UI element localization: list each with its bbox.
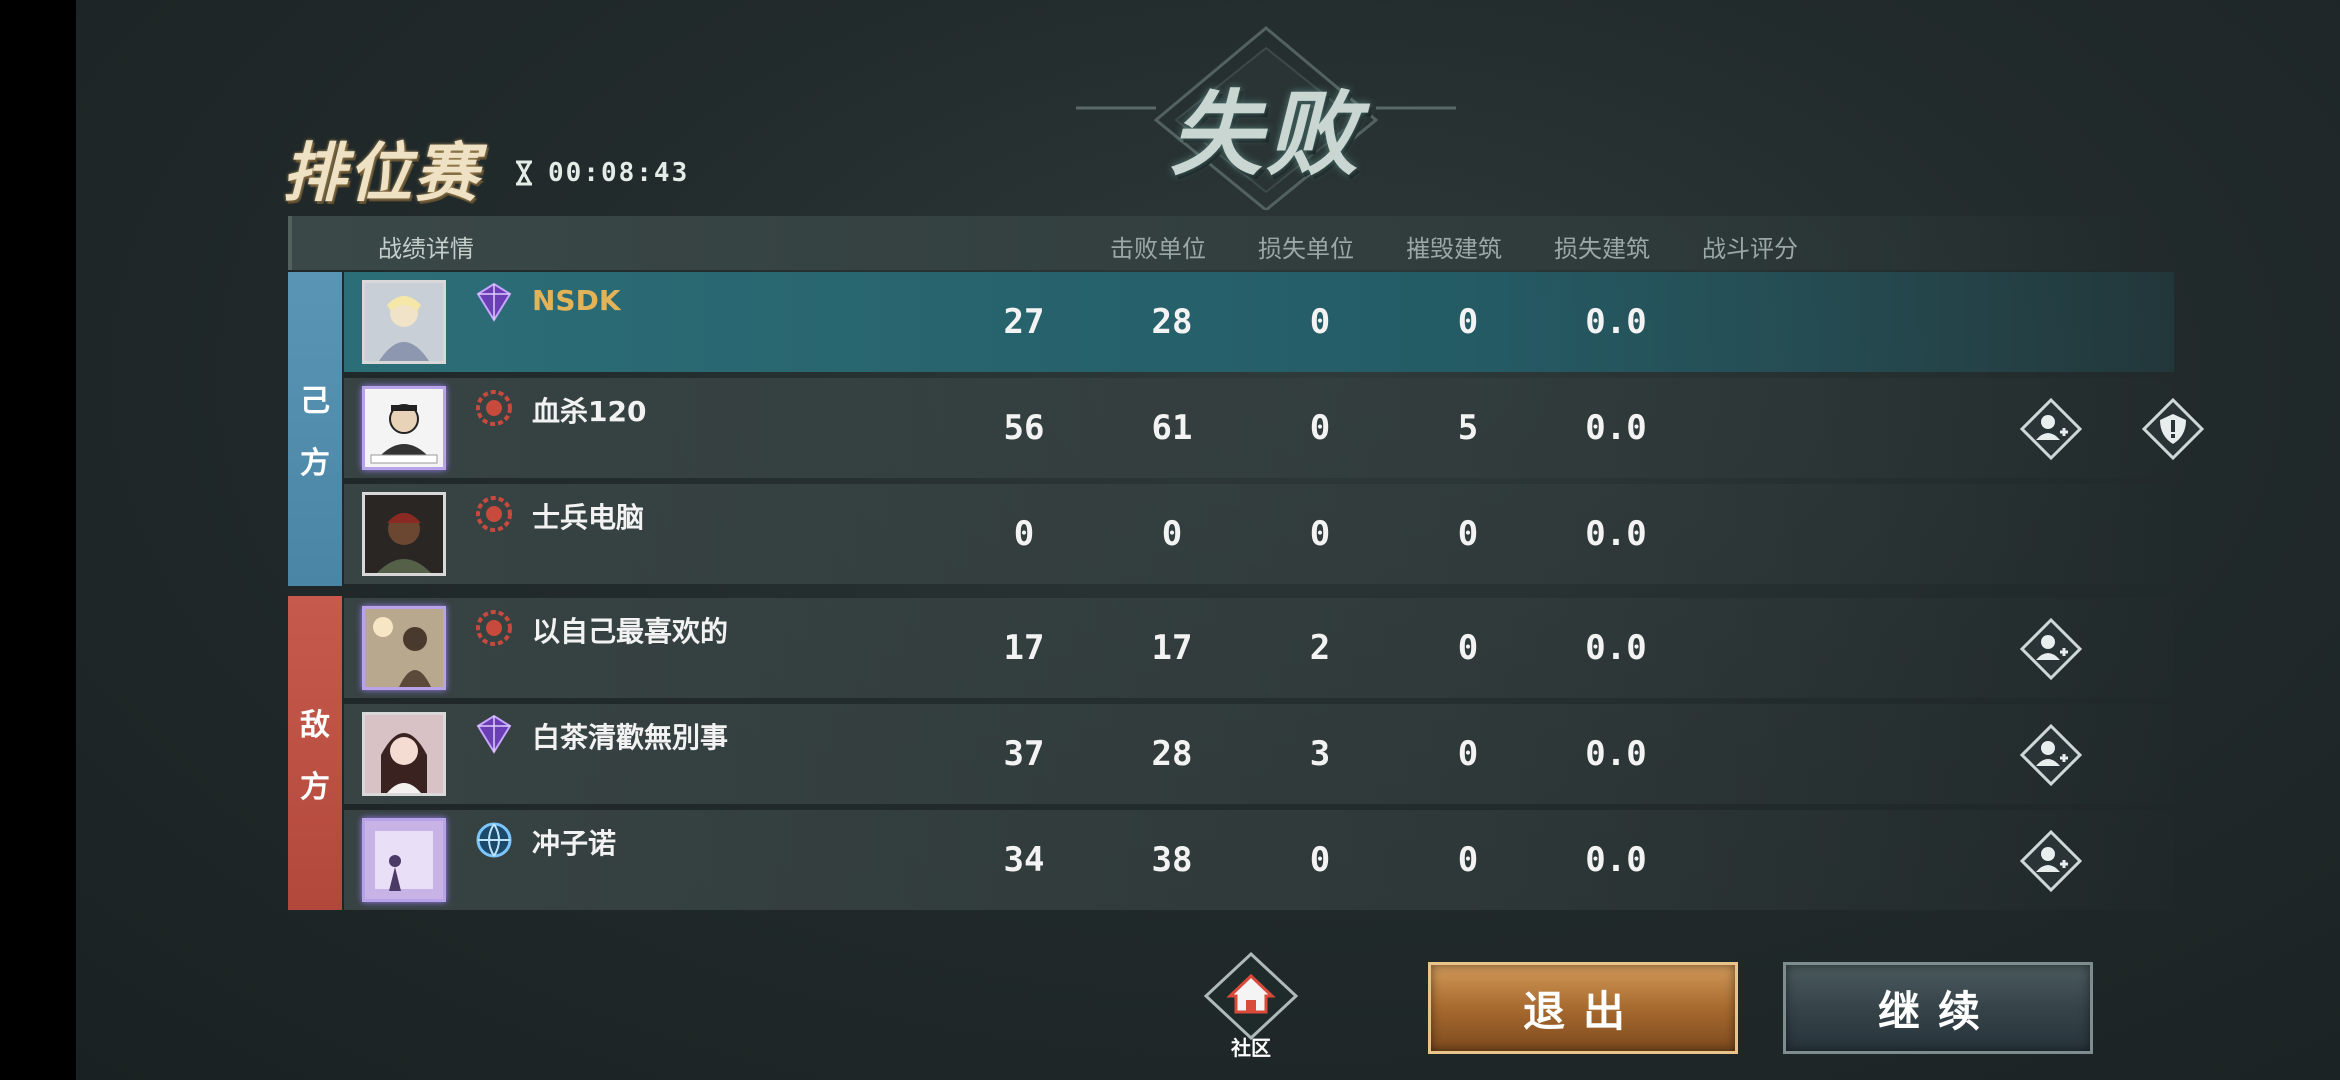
stat-combat-score: 0.0 (1585, 628, 1647, 668)
stat-combat-score: 0.0 (1585, 408, 1647, 448)
result-title: 失败 (1169, 81, 1362, 188)
timer-text: 00:08:43 (548, 158, 690, 188)
player-row: 士兵电脑 0 0 0 0 0.0 (344, 484, 2174, 584)
add-friend-icon[interactable] (2020, 724, 2082, 786)
stat-kills: 56 (1003, 408, 1045, 448)
player-avatar[interactable] (362, 492, 446, 576)
stat-lost-buildings: 0 (1457, 840, 1479, 880)
stat-combat-score: 0.0 (1585, 734, 1647, 774)
add-friend-icon[interactable] (2020, 830, 2082, 892)
enemy-label-char-2: 方 (300, 770, 330, 805)
match-timer: 00:08:43 (514, 158, 689, 188)
red-gear-rank-icon (476, 496, 512, 532)
purple-crystal-rank-icon (476, 714, 512, 754)
stat-losses: 0 (1161, 514, 1183, 554)
header-lost-buildings: 损失建筑 (1554, 235, 1650, 263)
player-name: 白茶清歡無別事 (532, 721, 729, 754)
enemy-label-char-1: 敌 (300, 708, 330, 743)
stat-destroyed-buildings: 0 (1309, 840, 1331, 880)
add-friend-icon[interactable] (2020, 398, 2082, 460)
stat-combat-score: 0.0 (1585, 840, 1647, 880)
hourglass-icon (516, 160, 532, 186)
player-avatar[interactable] (362, 818, 446, 902)
stat-lost-buildings: 5 (1457, 408, 1479, 448)
result-banner: 失败 (1076, 20, 1456, 210)
red-gear-rank-icon (476, 390, 512, 426)
own-label-char-1: 己 (300, 384, 330, 419)
player-row: 冲子诺 34 38 0 0 0.0 (344, 810, 2174, 910)
player-avatar[interactable] (362, 606, 446, 690)
header-losses: 损失单位 (1258, 235, 1354, 263)
continue-button[interactable]: 继续 (1783, 962, 2093, 1054)
stat-destroyed-buildings: 0 (1309, 408, 1331, 448)
stat-kills: 34 (1003, 840, 1045, 880)
community-label: 社区 (1231, 1036, 1271, 1060)
player-name: 以自己最喜欢的 (532, 615, 729, 648)
stat-destroyed-buildings: 0 (1309, 302, 1331, 342)
header-combat-score: 战斗评分 (1702, 235, 1798, 263)
stat-destroyed-buildings: 3 (1309, 734, 1331, 774)
stat-kills: 27 (1003, 302, 1045, 342)
enemy-team-label: 敌 方 (288, 596, 342, 910)
stat-losses: 17 (1151, 628, 1193, 668)
stat-losses: 38 (1151, 840, 1193, 880)
stat-combat-score: 0.0 (1585, 514, 1647, 554)
header-destroyed-buildings: 摧毁建筑 (1406, 235, 1502, 263)
player-row: 以自己最喜欢的 17 17 2 0 0.0 (344, 598, 2174, 698)
home-icon (1203, 951, 1299, 1041)
community-button[interactable]: 社区 (1196, 950, 1306, 1060)
stats-table-header: 战绩详情 击败单位 损失单位 摧毁建筑 损失建筑 战斗评分 (288, 216, 2158, 270)
stat-lost-buildings: 0 (1457, 734, 1479, 774)
player-avatar[interactable] (362, 386, 446, 470)
game-result-screen: 失败 排位赛 00:08:43 战绩详情 击败单位 损失单位 摧毁建筑 损失建筑… (76, 0, 2340, 1080)
stat-losses: 61 (1151, 408, 1193, 448)
header-kills: 击败单位 (1110, 235, 1206, 263)
blue-globe-rank-icon (476, 822, 512, 858)
own-team-label: 己 方 (288, 272, 342, 586)
stat-destroyed-buildings: 2 (1309, 628, 1331, 668)
add-friend-icon[interactable] (2020, 618, 2082, 680)
player-row: 血杀120 56 61 0 5 0.0 (344, 378, 2204, 478)
exit-button[interactable]: 退出 (1428, 962, 1738, 1054)
player-row: 白茶清歡無別事 37 28 3 0 0.0 (344, 704, 2174, 804)
player-avatar[interactable] (362, 712, 446, 796)
header-record-details: 战绩详情 (378, 235, 474, 263)
purple-crystal-rank-icon (476, 282, 512, 322)
player-name: NSDK (532, 284, 621, 317)
stat-losses: 28 (1151, 302, 1193, 342)
player-name: 血杀120 (532, 395, 647, 428)
player-row-self: NSDK 27 28 0 0 0.0 (344, 272, 2174, 372)
own-label-char-2: 方 (300, 446, 330, 481)
red-gear-rank-icon (476, 610, 512, 646)
stat-kills: 0 (1013, 514, 1035, 554)
player-name: 士兵电脑 (532, 501, 645, 534)
stat-lost-buildings: 0 (1457, 514, 1479, 554)
stat-combat-score: 0.0 (1585, 302, 1647, 342)
stat-lost-buildings: 0 (1457, 302, 1479, 342)
report-icon[interactable] (2142, 398, 2204, 460)
player-name: 冲子诺 (532, 827, 617, 860)
stat-kills: 37 (1003, 734, 1045, 774)
stat-destroyed-buildings: 0 (1309, 514, 1331, 554)
stat-lost-buildings: 0 (1457, 628, 1479, 668)
stat-kills: 17 (1003, 628, 1045, 668)
stat-losses: 28 (1151, 734, 1193, 774)
player-avatar[interactable] (362, 280, 446, 364)
mode-title: 排位赛 (282, 137, 480, 211)
